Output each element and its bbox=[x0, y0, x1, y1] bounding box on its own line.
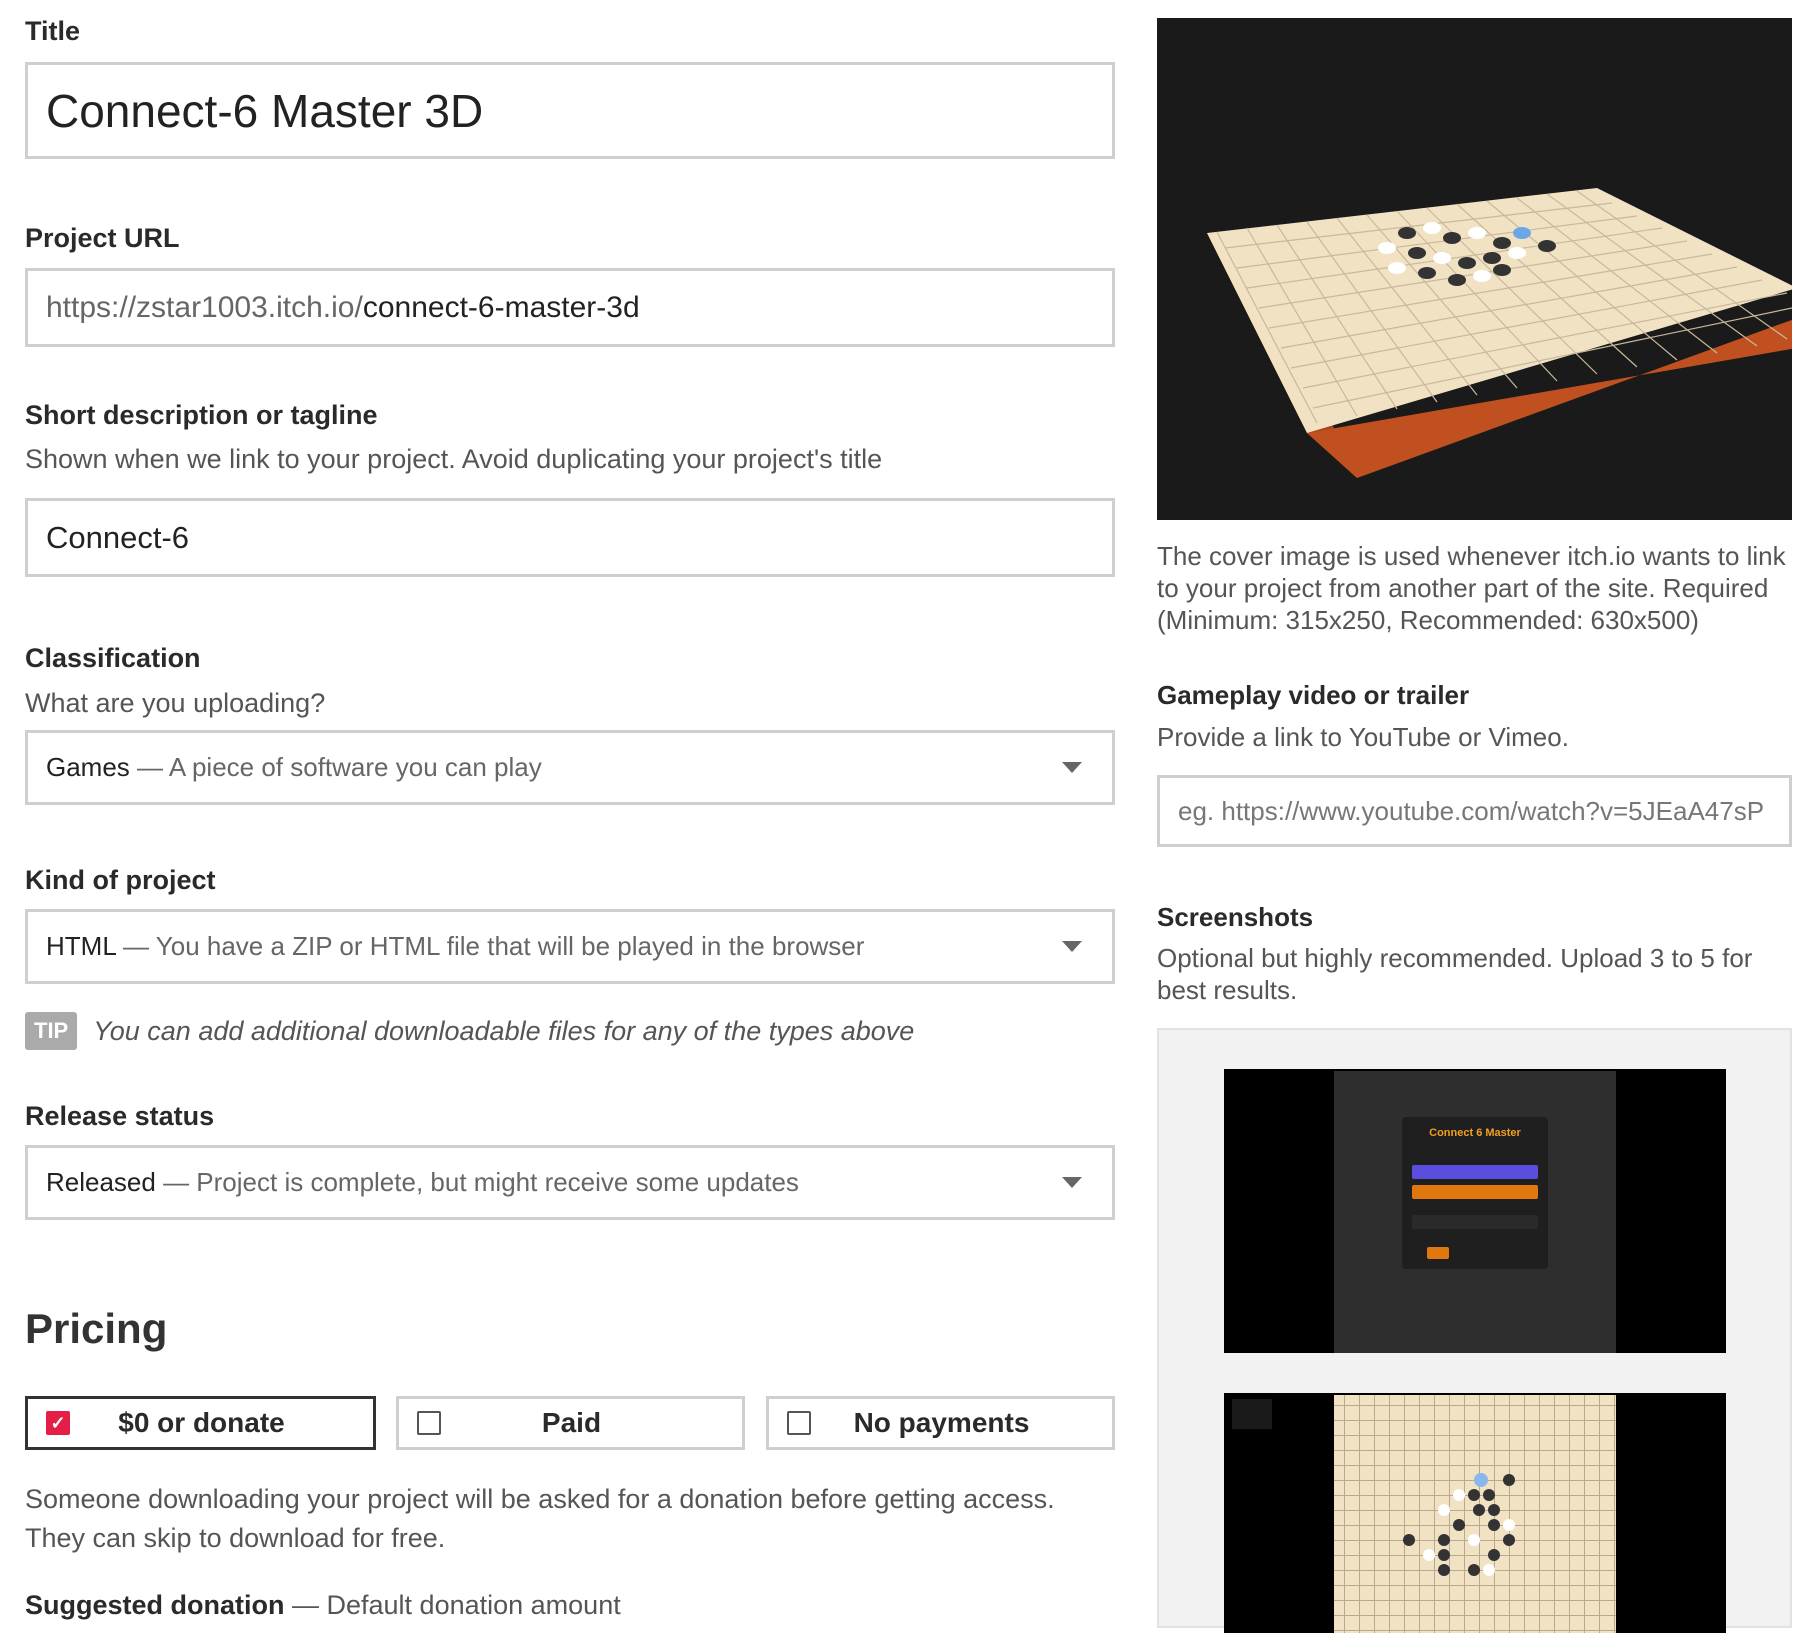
project-url-input[interactable]: https://zstar1003.itch.io/connect-6-mast… bbox=[25, 268, 1115, 347]
screenshots-label: Screenshots bbox=[1157, 902, 1314, 932]
project-url-prefix: https://zstar1003.itch.io/ bbox=[46, 290, 363, 324]
title-input[interactable]: Connect-6 Master 3D bbox=[25, 62, 1115, 159]
suggested-donation-hint: — Default donation amount bbox=[284, 1590, 621, 1620]
pricing-option-label: Paid bbox=[541, 1407, 602, 1438]
pricing-description-line2: They can skip to download for free. bbox=[25, 1523, 446, 1553]
classification-label: Classification bbox=[25, 643, 201, 673]
classification-value: Games — A piece of software you can play bbox=[46, 752, 542, 782]
project-url-slug: connect-6-master-3d bbox=[362, 290, 640, 324]
tagline-hint: Shown when we link to your project. Avoi… bbox=[25, 444, 883, 474]
video-url-input[interactable]: eg. https://www.youtube.com/watch?v=5JEa… bbox=[1157, 775, 1792, 847]
screenshots-panel: Connect 6 Master bbox=[1157, 1028, 1792, 1633]
tagline-label: Short description or tagline bbox=[25, 400, 378, 430]
chevron-down-icon bbox=[1062, 941, 1082, 952]
pricing-option-no-payments[interactable]: No payments bbox=[766, 1396, 1115, 1450]
classification-select[interactable]: Games — A piece of software you can play bbox=[25, 730, 1115, 805]
tip-row: TIP You can add additional downloadable … bbox=[25, 1012, 914, 1050]
kind-value: HTML — You have a ZIP or HTML file that … bbox=[46, 931, 865, 961]
pricing-option-label: $0 or donate bbox=[118, 1407, 285, 1438]
chevron-down-icon bbox=[1062, 1177, 1082, 1188]
release-label: Release status bbox=[25, 1101, 215, 1131]
screenshots-hint: Optional but highly recommended. Upload … bbox=[1157, 943, 1753, 1005]
stones bbox=[1403, 1473, 1515, 1576]
board-grid bbox=[1334, 1395, 1616, 1633]
project-url-label: Project URL bbox=[25, 223, 180, 253]
pricing-option-label: No payments bbox=[853, 1407, 1030, 1438]
game-board-illustration bbox=[1207, 188, 1792, 478]
checkbox-empty-icon bbox=[787, 1411, 811, 1435]
pricing-description-line1: Someone downloading your project will be… bbox=[25, 1484, 1055, 1514]
release-select[interactable]: Released — Project is complete, but migh… bbox=[25, 1145, 1115, 1220]
title-label: Title bbox=[25, 16, 81, 46]
screenshot-thumbnail-2[interactable] bbox=[1224, 1393, 1726, 1633]
suggested-donation-row: Suggested donation — Default donation am… bbox=[25, 1590, 621, 1621]
screenshot-menu-title: Connect 6 Master bbox=[1429, 1127, 1521, 1139]
tip-badge: TIP bbox=[25, 1012, 78, 1050]
pricing-option-donate[interactable]: ✓ $0 or donate bbox=[25, 1396, 376, 1450]
screenshot-thumbnail-1[interactable]: Connect 6 Master bbox=[1224, 1069, 1726, 1353]
tagline-input[interactable]: Connect-6 bbox=[25, 498, 1115, 577]
tip-text: You can add additional downloadable file… bbox=[93, 1015, 915, 1046]
video-label: Gameplay video or trailer bbox=[1157, 680, 1470, 710]
kind-select[interactable]: HTML — You have a ZIP or HTML file that … bbox=[25, 909, 1115, 984]
release-value: Released — Project is complete, but migh… bbox=[46, 1167, 799, 1197]
check-icon: ✓ bbox=[46, 1411, 70, 1435]
video-hint: Provide a link to YouTube or Vimeo. bbox=[1157, 722, 1569, 752]
chevron-down-icon bbox=[1062, 762, 1082, 773]
kind-label: Kind of project bbox=[25, 865, 216, 895]
pricing-heading: Pricing bbox=[25, 1305, 168, 1352]
menu-card: Connect 6 Master bbox=[1402, 1117, 1548, 1269]
cover-image[interactable] bbox=[1157, 18, 1792, 520]
suggested-donation-label: Suggested donation bbox=[25, 1590, 285, 1620]
cover-note: The cover image is used whenever itch.io… bbox=[1157, 541, 1786, 635]
checkbox-empty-icon bbox=[417, 1411, 441, 1435]
pricing-option-paid[interactable]: Paid bbox=[396, 1396, 745, 1450]
classification-hint: What are you uploading? bbox=[25, 688, 326, 718]
